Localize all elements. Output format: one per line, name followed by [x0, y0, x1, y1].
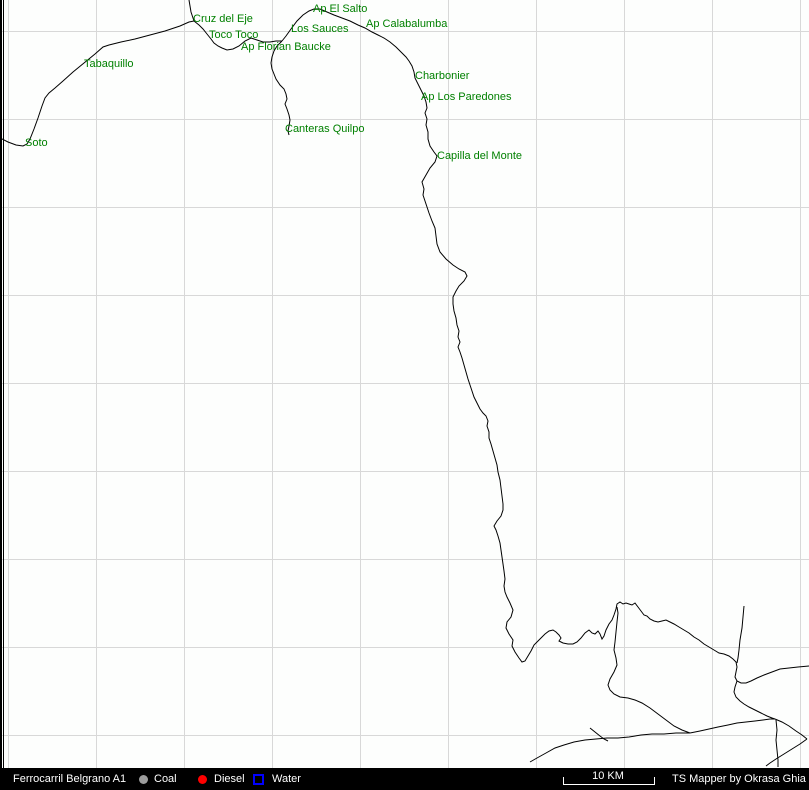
- station-label: Canteras Quilpo: [285, 124, 365, 135]
- scale-label: 10 KM: [592, 770, 624, 782]
- diesel-legend-icon: [198, 768, 207, 790]
- station-label: Charbonier: [415, 71, 469, 82]
- station-label: Los Sauces: [291, 24, 348, 35]
- rail-line-vertical-from-junction-b: [776, 720, 778, 767]
- ts-mapper-window: Cruz del Eje Toco Toco Ap El Salto Los Sauc…: [0, 0, 809, 790]
- water-legend-icon: [253, 768, 264, 790]
- route-map-svg: [0, 0, 809, 768]
- rail-line-shallow-line-east: [690, 719, 775, 733]
- route-title: Ferrocarril Belgrano A1: [13, 768, 126, 790]
- rail-line-main-line-south: [282, 9, 809, 683]
- rail-line-shallow-line-west: [530, 733, 690, 762]
- diesel-legend-label: Diesel: [214, 768, 245, 790]
- station-label: Ap El Salto: [313, 4, 367, 15]
- map-canvas[interactable]: Cruz del Eje Toco Toco Ap El Salto Los Sauc…: [0, 0, 809, 768]
- coal-legend-label: Coal: [154, 768, 177, 790]
- rail-line-quilpo-branch: [271, 41, 290, 135]
- station-label: Toco Toco: [209, 30, 258, 41]
- credit-text: TS Mapper by Okrasa Ghia: [672, 768, 806, 790]
- rail-line-right-connector: [734, 681, 775, 719]
- coal-legend-icon: [139, 768, 148, 790]
- station-label: Ap Los Paredones: [421, 92, 512, 103]
- station-label: Ap Florian Baucke: [241, 42, 331, 53]
- water-legend-label: Water: [272, 768, 301, 790]
- rail-line-vertical-spur-north: [737, 606, 744, 663]
- station-label: Soto: [25, 138, 48, 149]
- station-label: Tabaquillo: [84, 59, 134, 70]
- station-label: Cruz del Eje: [193, 14, 253, 25]
- station-label: Ap Calabalumba: [366, 19, 447, 30]
- station-label: Capilla del Monte: [437, 151, 522, 162]
- status-bar: Ferrocarril Belgrano A1 Coal Diesel Wate…: [0, 768, 809, 790]
